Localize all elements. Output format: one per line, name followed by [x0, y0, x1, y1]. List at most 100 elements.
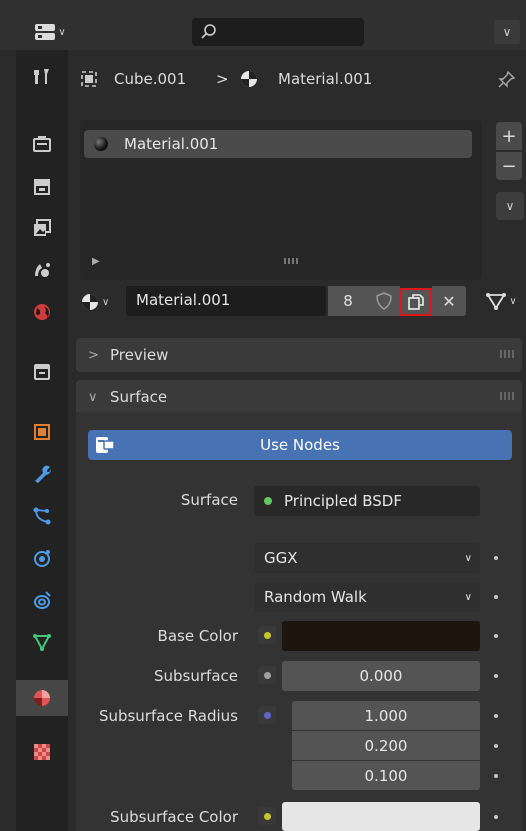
subsurface-color-socket[interactable] [258, 807, 276, 825]
physics-icon [34, 550, 50, 567]
chevron-down-icon: ∨ [464, 591, 472, 603]
list-expand-icon[interactable]: ▶ [92, 256, 100, 267]
browse-material-button[interactable]: ∨ [80, 288, 124, 316]
material-preview-icon [94, 137, 108, 151]
tab-tool[interactable] [16, 58, 68, 94]
breadcrumb: Cube.001 > Material.001 [78, 62, 518, 96]
chevron-down-icon: ∨ [502, 25, 512, 39]
material-name-field[interactable]: Material.001 [126, 286, 326, 316]
use-nodes-button[interactable]: Use Nodes [88, 430, 512, 460]
subsurface-color-label: Subsurface Color [110, 808, 238, 826]
panel-grip[interactable] [500, 350, 514, 358]
keyframe-dot-icon[interactable] [494, 556, 498, 560]
tool-icon [34, 69, 49, 84]
properties-tab-bar [16, 50, 68, 831]
tab-object[interactable] [16, 414, 68, 450]
tab-physics[interactable] [16, 540, 68, 576]
material-icon [82, 294, 98, 310]
mesh-data-icon [486, 293, 507, 310]
new-material-button[interactable] [400, 288, 432, 316]
remove-slot-button[interactable]: − [496, 152, 522, 180]
slot-label: Material.001 [124, 135, 219, 153]
world-icon [34, 304, 50, 320]
close-icon: ✕ [442, 291, 456, 311]
use-nodes-label: Use Nodes [260, 436, 340, 454]
tab-constraints[interactable] [16, 582, 68, 618]
subsurface-radius-x: 1.000 [364, 706, 408, 725]
object-icon [34, 424, 50, 440]
base-color-label: Base Color [157, 627, 238, 645]
fake-user-button[interactable] [368, 286, 400, 316]
subsurface-value-field[interactable]: 0.000 [282, 661, 480, 691]
unlink-material-button[interactable]: ✕ [432, 286, 466, 316]
tab-particles[interactable] [16, 498, 68, 534]
collection-icon [34, 364, 50, 380]
surface-label: Surface [180, 491, 238, 509]
list-resize-grip[interactable] [284, 258, 298, 264]
distribution-dropdown[interactable]: GGX ∨ [254, 543, 480, 573]
keyframe-dot-icon[interactable] [494, 634, 498, 638]
chevron-down-icon: ∨ [102, 296, 110, 308]
breadcrumb-material: Material.001 [278, 70, 373, 88]
list-item[interactable]: Material.001 [84, 130, 472, 158]
link-to-data-dropdown[interactable]: ∨ [478, 286, 524, 316]
keyframe-dot-icon[interactable] [494, 714, 498, 718]
tab-output[interactable] [16, 168, 68, 204]
subsurface-label: Subsurface [154, 667, 238, 685]
tab-texture[interactable] [16, 734, 68, 770]
slot-side-buttons: + − [496, 122, 524, 184]
texture-icon [34, 744, 50, 760]
subsurface-method-dropdown[interactable]: Random Walk ∨ [254, 582, 480, 612]
chevron-down-icon: ∨ [88, 389, 98, 405]
tab-collection[interactable] [16, 354, 68, 390]
search-icon [201, 24, 216, 39]
pin-icon[interactable] [498, 70, 516, 88]
subsurface-radius-y: 0.200 [364, 736, 408, 755]
chevron-right-icon: > [88, 347, 99, 363]
chevron-down-icon: ∨ [58, 26, 66, 38]
view-layer-icon [34, 219, 51, 236]
surface-panel-title: Surface [110, 388, 168, 406]
keyframe-dot-icon[interactable] [494, 744, 498, 748]
tab-material[interactable] [16, 680, 68, 716]
search-input[interactable] [192, 18, 364, 46]
slot-specials-menu[interactable]: ∨ [496, 192, 524, 220]
options-dropdown[interactable]: ∨ [494, 20, 520, 44]
tab-scene[interactable] [16, 252, 68, 288]
socket-icon [263, 671, 271, 679]
keyframe-dot-icon[interactable] [494, 815, 498, 819]
subsurface-radius-z: 0.100 [364, 766, 408, 785]
tab-data[interactable] [16, 624, 68, 660]
render-icon [33, 136, 51, 152]
user-count-button[interactable]: 8 [328, 286, 368, 316]
keyframe-dot-icon[interactable] [494, 774, 498, 778]
shader-socket-icon [264, 497, 272, 505]
keyframe-dot-icon[interactable] [494, 595, 498, 599]
add-slot-button[interactable]: + [496, 122, 522, 150]
subsurface-color-swatch[interactable] [282, 802, 480, 831]
subsurface-radius-x-field[interactable]: 1.000 [292, 701, 480, 730]
tab-render[interactable] [16, 126, 68, 162]
surface-panel-header[interactable]: ∨ Surface [76, 380, 522, 414]
scene-icon [35, 263, 50, 277]
subsurface-radius-socket[interactable] [258, 706, 276, 724]
constraints-icon [34, 591, 51, 609]
tab-world[interactable] [16, 294, 68, 330]
preview-panel-header[interactable]: > Preview [76, 338, 522, 372]
base-color-socket[interactable] [258, 626, 276, 644]
chevron-down-icon: ∨ [464, 552, 472, 564]
keyframe-dot-icon[interactable] [494, 674, 498, 678]
tab-modifier[interactable] [16, 456, 68, 492]
base-color-swatch[interactable] [282, 621, 480, 651]
editor-type-button[interactable]: ∨ [26, 18, 74, 46]
particles-icon [33, 507, 51, 525]
socket-icon [263, 711, 271, 719]
tab-view-layer[interactable] [16, 210, 68, 246]
subsurface-socket[interactable] [258, 666, 276, 684]
chevron-down-icon: ∨ [509, 295, 517, 307]
surface-shader-field[interactable]: Principled BSDF [254, 486, 480, 516]
socket-icon [263, 631, 271, 639]
panel-grip[interactable] [500, 392, 514, 400]
subsurface-radius-y-field[interactable]: 0.200 [292, 731, 480, 760]
subsurface-radius-z-field[interactable]: 0.100 [292, 761, 480, 790]
